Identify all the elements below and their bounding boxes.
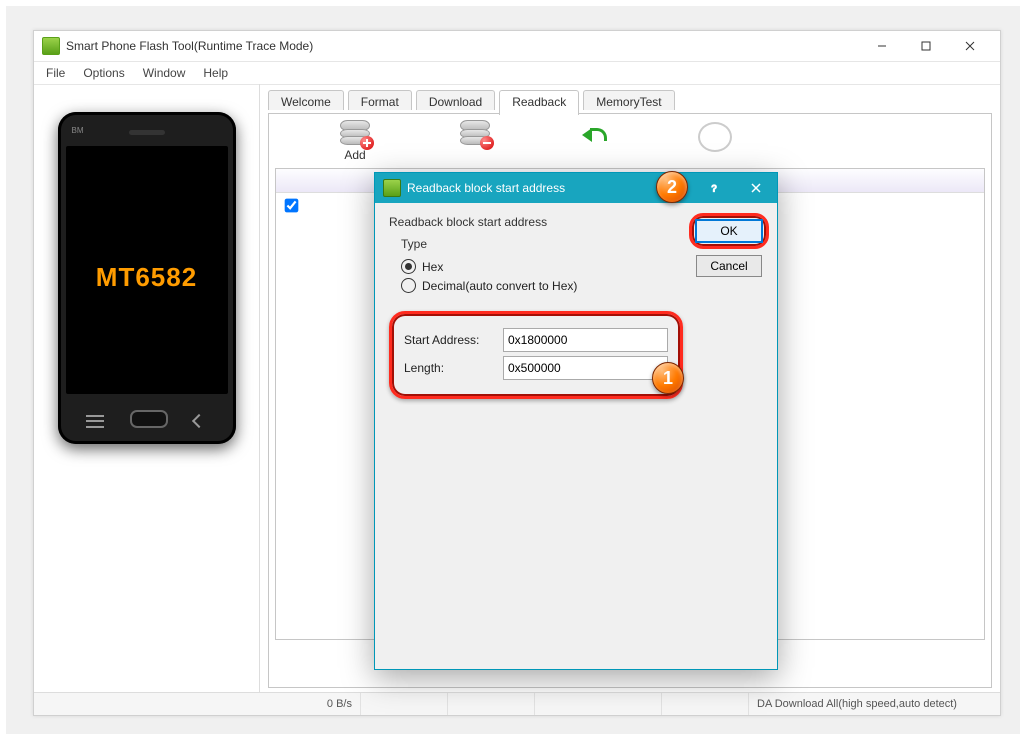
readback-button[interactable] <box>565 120 625 162</box>
stop-button[interactable] <box>685 120 745 162</box>
status-speed: 0 B/s <box>34 693 361 715</box>
callout-1: 1 <box>652 362 684 394</box>
row-checkbox[interactable] <box>285 198 299 212</box>
radio-icon <box>401 259 416 274</box>
radio-icon <box>401 278 416 293</box>
menu-options[interactable]: Options <box>75 64 132 82</box>
svg-text:?: ? <box>712 183 717 193</box>
tab-strip: Welcome Format Download Readback MemoryT… <box>268 90 992 114</box>
readback-address-dialog: Readback block start address ? Readback … <box>374 172 778 670</box>
window-title: Smart Phone Flash Tool(Runtime Trace Mod… <box>66 39 860 53</box>
database-minus-icon <box>460 120 490 146</box>
phone-menu-icon <box>86 412 104 428</box>
menu-window[interactable]: Window <box>135 64 194 82</box>
add-button[interactable]: Add <box>325 120 385 162</box>
dialog-help-button[interactable]: ? <box>693 173 735 203</box>
menu-file[interactable]: File <box>38 64 73 82</box>
radio-hex[interactable]: Hex <box>401 259 683 274</box>
start-address-input[interactable] <box>503 328 668 352</box>
length-label: Length: <box>404 361 503 375</box>
cancel-button[interactable]: Cancel <box>696 255 762 277</box>
ok-button[interactable]: OK <box>696 220 762 242</box>
address-group-highlight: Start Address: Length: <box>389 311 683 399</box>
tab-welcome[interactable]: Welcome <box>268 90 344 110</box>
ok-highlight: OK <box>689 213 769 249</box>
status-da: DA Download All(high speed,auto detect) <box>749 693 1000 715</box>
phone-back-icon <box>190 414 208 428</box>
phone-home-icon <box>130 410 168 428</box>
titlebar: Smart Phone Flash Tool(Runtime Trace Mod… <box>34 31 1000 62</box>
tab-format[interactable]: Format <box>348 90 412 110</box>
radio-decimal[interactable]: Decimal(auto convert to Hex) <box>401 278 683 293</box>
sidebar: BM MT6582 <box>34 84 259 693</box>
dialog-title: Readback block start address <box>407 181 565 195</box>
phone-brand: BM <box>72 126 84 135</box>
arrow-back-icon <box>580 120 610 146</box>
dialog-heading: Readback block start address <box>389 215 683 229</box>
database-plus-icon <box>340 120 370 146</box>
tab-download[interactable]: Download <box>416 90 495 110</box>
close-button[interactable] <box>948 31 992 61</box>
menubar: File Options Window Help <box>34 62 1000 85</box>
phone-chip-label: MT6582 <box>58 262 236 293</box>
dialog-titlebar: Readback block start address ? <box>375 173 777 203</box>
length-input[interactable] <box>503 356 668 380</box>
app-icon <box>42 37 60 55</box>
phone-illustration: BM MT6582 <box>58 112 236 444</box>
hex-label: Hex <box>422 260 443 274</box>
minimize-button[interactable] <box>860 31 904 61</box>
maximize-button[interactable] <box>904 31 948 61</box>
add-label: Add <box>344 148 365 162</box>
remove-button[interactable] <box>445 120 505 162</box>
statusbar: 0 B/s DA Download All(high speed,auto de… <box>34 692 1000 715</box>
circle-icon <box>698 122 732 152</box>
type-label: Type <box>401 237 683 251</box>
dialog-buttons: OK Cancel <box>689 213 769 277</box>
dialog-close-button[interactable] <box>735 173 777 203</box>
decimal-label: Decimal(auto convert to Hex) <box>422 279 577 293</box>
tab-memorytest[interactable]: MemoryTest <box>583 90 674 110</box>
tab-readback[interactable]: Readback <box>499 90 579 115</box>
dialog-body: Readback block start address Type Hex De… <box>389 215 683 655</box>
start-address-label: Start Address: <box>404 333 503 347</box>
toolbar: Add <box>269 114 991 164</box>
menu-help[interactable]: Help <box>195 64 236 82</box>
dialog-icon <box>383 179 401 197</box>
phone-speaker <box>129 130 165 135</box>
callout-2: 2 <box>656 171 688 203</box>
